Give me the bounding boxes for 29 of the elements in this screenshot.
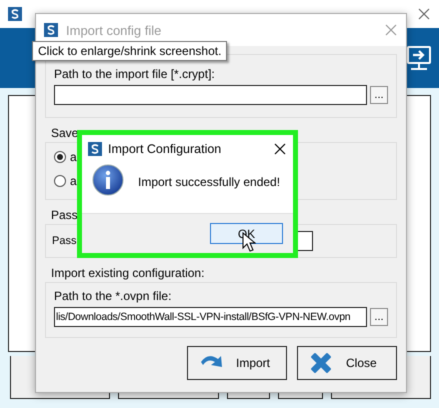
close-icon [417, 7, 431, 21]
radio-label: a [70, 174, 77, 188]
dialog-title: Import Configuration [108, 142, 222, 156]
close-button[interactable]: Close [297, 346, 397, 380]
monitor-icon [407, 46, 431, 70]
radio-button[interactable] [54, 175, 66, 187]
close-icon [273, 142, 287, 156]
close-icon [384, 23, 398, 37]
app-icon [8, 7, 22, 21]
cross-icon [308, 350, 334, 376]
tooltip: Click to enlarge/shrink screenshot. [32, 41, 228, 61]
browse-button[interactable]: ... [370, 86, 388, 104]
field-label: Path to the import file [*.crypt]: [54, 67, 216, 81]
field-label: Path to the *.ovpn file: [54, 289, 172, 303]
browse-button[interactable]: ... [370, 308, 388, 326]
window-title: Import config file [66, 22, 162, 38]
app-icon [88, 142, 102, 156]
message-text: Import successfully ended! [138, 175, 280, 189]
group-label: Import existing configuration: [50, 266, 206, 280]
info-icon [92, 164, 124, 196]
file-path-field[interactable]: lis/Downloads/SmoothWall-SSL-VPN-install/BSfG-VPN-NEW.ovpn [54, 307, 367, 327]
radio-label: a [70, 150, 77, 164]
app-icon [44, 23, 58, 37]
field-label: Pass [52, 235, 76, 247]
import-button[interactable]: Import [187, 346, 287, 380]
group-label: Pass [50, 208, 79, 222]
file-path-field[interactable] [54, 85, 367, 105]
radio-button[interactable] [54, 151, 66, 163]
group-label: Save [50, 126, 80, 140]
